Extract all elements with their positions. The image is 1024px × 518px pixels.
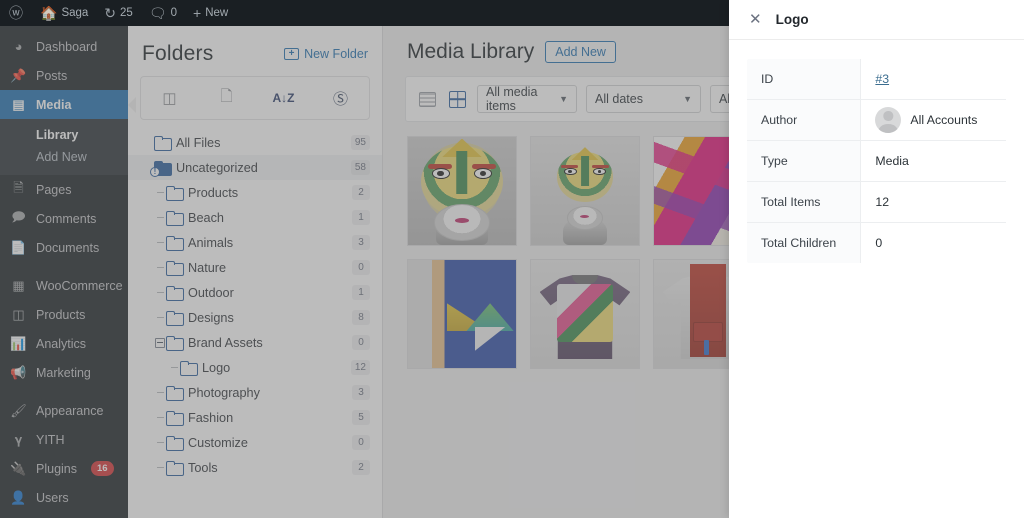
table-row: Author All Accounts bbox=[747, 99, 1006, 141]
panel-title: Logo bbox=[775, 12, 809, 27]
panel-header: ✕ Logo bbox=[729, 0, 1024, 40]
table-row: Total Children 0 bbox=[747, 222, 1006, 263]
row-key: ID bbox=[747, 59, 862, 100]
row-key: Total Children bbox=[747, 222, 862, 263]
modal-overlay[interactable] bbox=[0, 26, 729, 518]
modal-overlay-topbar[interactable] bbox=[0, 0, 729, 26]
table-row: ID #3 bbox=[747, 59, 1006, 100]
row-key: Total Items bbox=[747, 181, 862, 223]
row-value: Media bbox=[860, 140, 1006, 182]
row-key: Type bbox=[747, 140, 862, 182]
row-value: 0 bbox=[860, 222, 1006, 263]
table-row: Type Media bbox=[747, 140, 1006, 182]
folder-id-link[interactable]: #3 bbox=[875, 72, 889, 86]
folder-details-panel: ✕ Logo ID #3 Author All Accounts Type Me… bbox=[729, 0, 1024, 518]
avatar bbox=[875, 107, 902, 133]
panel-body: ID #3 Author All Accounts Type Media Tot… bbox=[729, 40, 1024, 282]
table-row: Total Items 12 bbox=[747, 181, 1006, 223]
row-value: All Accounts bbox=[860, 99, 1006, 141]
row-value: 12 bbox=[860, 181, 1006, 223]
details-table: ID #3 Author All Accounts Type Media Tot… bbox=[746, 58, 1007, 264]
close-icon[interactable]: ✕ bbox=[749, 12, 762, 27]
row-value: #3 bbox=[860, 59, 1006, 100]
row-key: Author bbox=[747, 99, 862, 141]
author-name: All Accounts bbox=[910, 113, 978, 127]
